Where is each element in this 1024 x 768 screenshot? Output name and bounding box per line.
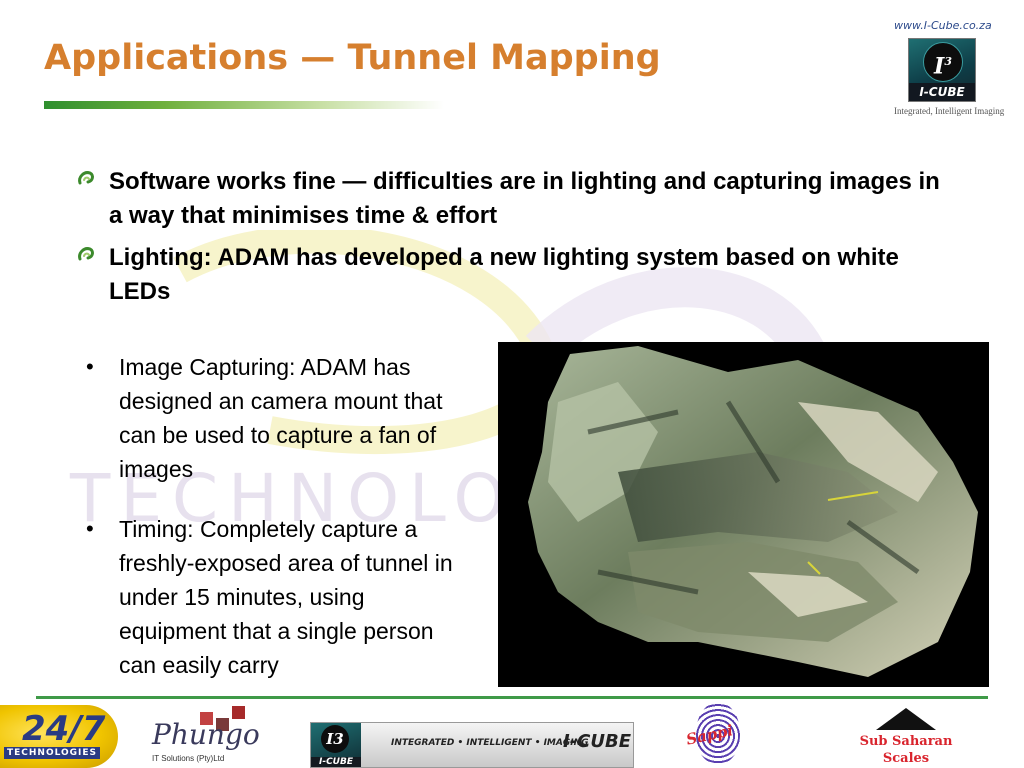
- icube-banner-brand: I-CUBE: [563, 731, 632, 752]
- rock-scan-photo: [498, 342, 989, 687]
- sub-bullet-list: • Image Capturing: ADAM has designed an …: [86, 350, 476, 708]
- sub-bullet-item: • Timing: Completely capture a freshly-e…: [86, 512, 476, 682]
- logo-phungo-script: Phungo: [152, 718, 260, 751]
- logo-247-number: 24/7: [22, 709, 106, 749]
- main-bullet-item: Software works fine — difficulties are i…: [72, 165, 942, 233]
- main-bullet-item: Lighting: ADAM has developed a new light…: [72, 241, 942, 309]
- roof-icon: [876, 708, 936, 730]
- sub-bullet-item: • Image Capturing: ADAM has designed an …: [86, 350, 476, 486]
- sub-bullet-text: Image Capturing: ADAM has designed an ca…: [119, 354, 443, 482]
- swirl-bullet-icon: [78, 171, 94, 185]
- logo-sub-saharan-scales: Sub Saharan Scales: [838, 706, 978, 768]
- icube-logo-wordmark: I-CUBE: [909, 83, 975, 101]
- 3d-rock-scan-image: [528, 346, 978, 677]
- icube-mini-mark: I3: [321, 725, 349, 753]
- icube-logo: I3 I-CUBE: [908, 38, 976, 102]
- logo-sss-line1: Sub Saharan: [859, 734, 953, 749]
- logo-phungo: Phungo IT Solutions (Pty)Ltd: [150, 704, 260, 768]
- footer-logos: 24/7 TECHNOLOGIES Phungo IT Solutions (P…: [0, 700, 1024, 768]
- logo-fingerprint: Sappi: [685, 702, 756, 768]
- main-bullet-text: Lighting: ADAM has developed a new light…: [109, 244, 899, 305]
- bullet-dot-icon: •: [86, 354, 94, 379]
- icube-logo-mark: I3: [923, 42, 963, 82]
- icube-mini-wordmark: I-CUBE: [311, 757, 361, 767]
- bullet-dot-icon: •: [86, 516, 94, 541]
- logo-247-technologies: 24/7 TECHNOLOGIES: [0, 705, 118, 768]
- logo-tagline: Integrated, Intelligent Imaging: [894, 106, 1005, 116]
- site-url: www.I-Cube.co.za: [894, 19, 992, 32]
- icube-banner-tagline: INTEGRATED • INTELLIGENT • IMAGING: [391, 738, 589, 748]
- sub-bullet-text: Timing: Completely capture a freshly-exp…: [119, 516, 453, 678]
- footer-divider: [36, 696, 988, 699]
- logo-phungo-sub: IT Solutions (Pty)Ltd: [152, 754, 225, 763]
- title-underline: [44, 101, 444, 109]
- logo-icube-banner: I3 I-CUBE INTEGRATED • INTELLIGENT • IMA…: [310, 722, 634, 768]
- logo-247-label: TECHNOLOGIES: [4, 747, 101, 759]
- main-bullet-text: Software works fine — difficulties are i…: [109, 168, 940, 229]
- logo-sss-line2: Scales: [882, 751, 930, 766]
- main-bullet-list: Software works fine — difficulties are i…: [72, 165, 942, 317]
- icube-mini-logo: I3 I-CUBE: [311, 723, 361, 767]
- slide-title: Applications — Tunnel Mapping: [44, 38, 661, 78]
- swirl-bullet-icon: [78, 247, 94, 261]
